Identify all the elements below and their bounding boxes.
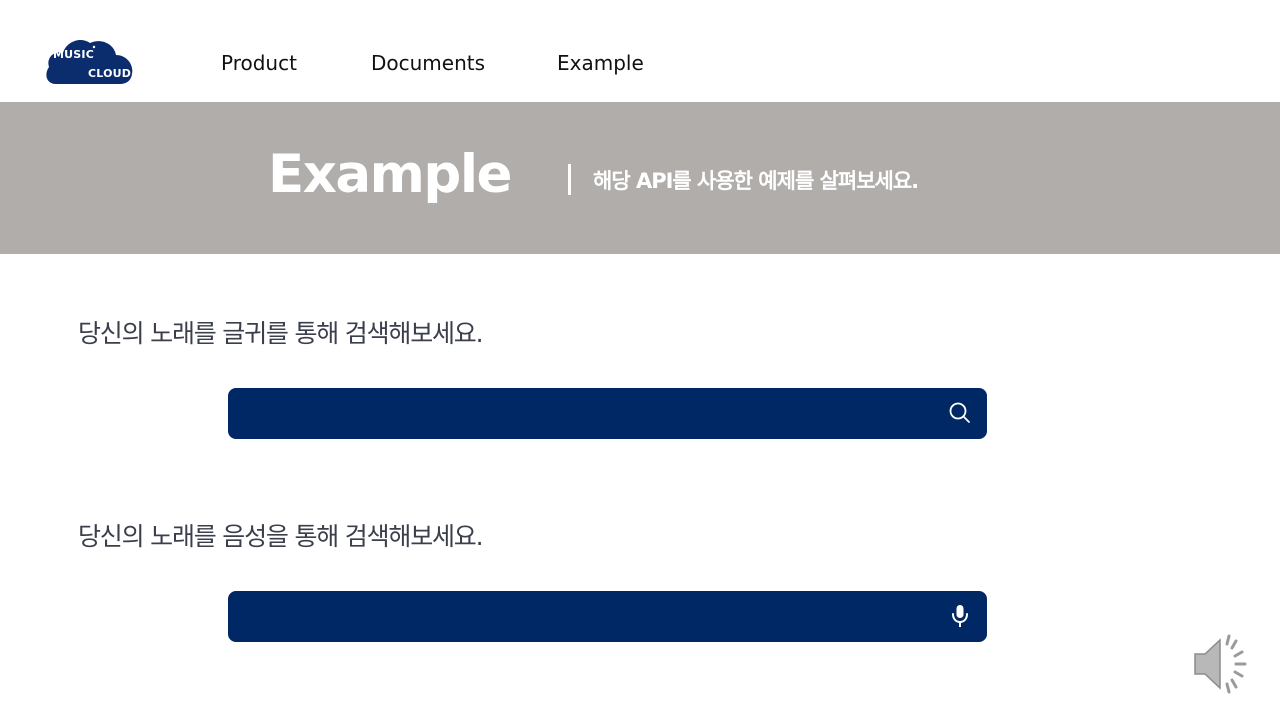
banner-subtitle: 해당 API를 사용한 예제를 살펴보세요. [593, 169, 919, 193]
banner-title: Example [268, 144, 512, 205]
banner-divider [568, 164, 571, 195]
voice-search-box[interactable] [228, 591, 987, 642]
logo-text-music: MUSIC [53, 48, 94, 61]
page-banner: Example 해당 API를 사용한 예제를 살펴보세요. [0, 102, 1280, 254]
text-search-input[interactable] [244, 398, 928, 431]
text-search-title: 당신의 노래를 글귀를 통해 검색해보세요. [78, 319, 484, 348]
voice-search-title: 당신의 노래를 음성을 통해 검색해보세요. [78, 522, 484, 551]
page: MUSIC CLOUD Product Documents Example Ex… [0, 0, 1280, 720]
nav-product[interactable]: Product [221, 50, 297, 76]
nav-example[interactable]: Example [557, 50, 644, 76]
microphone-icon[interactable] [947, 603, 973, 629]
search-icon[interactable] [947, 400, 973, 426]
logo-text-cloud: CLOUD [88, 67, 132, 80]
nav-documents[interactable]: Documents [371, 50, 485, 76]
music-cloud-logo[interactable]: MUSIC CLOUD [44, 34, 136, 86]
voice-search-input[interactable] [244, 601, 928, 634]
speaker-icon[interactable] [1190, 632, 1258, 696]
text-search-box[interactable] [228, 388, 987, 439]
top-header: MUSIC CLOUD Product Documents Example [0, 0, 1280, 102]
